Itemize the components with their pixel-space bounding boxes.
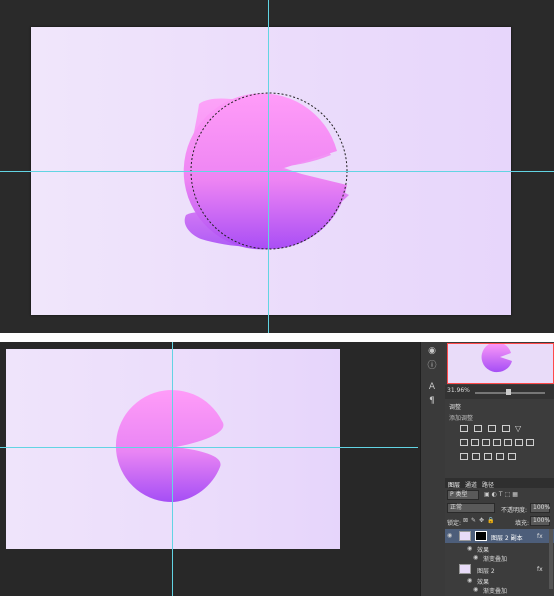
- threshold-icon[interactable]: [484, 453, 492, 460]
- layer-name: 图层 2 副本: [491, 535, 523, 542]
- fill-label: 填充:: [515, 520, 530, 527]
- gradient-overlay-row-2: ◉ 渐变叠加: [445, 585, 554, 595]
- lock-label: 锁定:: [447, 520, 462, 527]
- gradient-triangle-icon[interactable]: ▽: [515, 424, 521, 433]
- layer-mask-thumbnail[interactable]: [475, 531, 487, 541]
- zoom-slider-knob[interactable]: [506, 389, 511, 395]
- tab-adjustments[interactable]: 调整: [449, 402, 461, 411]
- exposure-icon[interactable]: [502, 425, 510, 432]
- document-canvas-2[interactable]: [6, 349, 340, 549]
- effects-eye-icon-2[interactable]: ◉: [467, 577, 472, 584]
- adjustment-icons-row-2: [460, 438, 540, 448]
- info-icon[interactable]: ⓘ: [426, 361, 438, 372]
- zoom-level[interactable]: 31.96%: [447, 387, 470, 394]
- levels-icon[interactable]: [474, 425, 482, 432]
- guide-horizontal[interactable]: [0, 171, 554, 172]
- layer-row-2[interactable]: 图层 2 fx: [445, 562, 554, 576]
- layer-row-copy[interactable]: ◉ 图层 2 副本 fx: [445, 529, 554, 543]
- black-white-icon[interactable]: [493, 439, 501, 446]
- gradient-overlay-row: ◉ 渐变叠加: [445, 553, 554, 563]
- photo-filter-icon[interactable]: [504, 439, 512, 446]
- effects-eye-icon[interactable]: ◉: [467, 545, 472, 552]
- guide-vertical[interactable]: [268, 0, 269, 333]
- blend-mode-select[interactable]: 正常: [447, 503, 495, 513]
- channel-mixer-icon[interactable]: [515, 439, 523, 446]
- guide-horizontal-2[interactable]: [0, 447, 418, 448]
- gradient-map-icon[interactable]: [508, 453, 516, 460]
- opacity-label: 不透明度:: [501, 507, 528, 514]
- adjustments-subtitle: 添加调整: [449, 415, 474, 422]
- hue-icon[interactable]: [471, 439, 479, 446]
- layer-effects-row-2: ◉ 效果: [445, 576, 554, 586]
- layer-thumbnail-2: [459, 564, 471, 574]
- adjustment-icons-row-3: [460, 452, 540, 462]
- brightness-icon[interactable]: [460, 425, 468, 432]
- layers-tab-bar: [445, 478, 554, 488]
- gradient-overlay-label-2: 渐变叠加: [483, 588, 508, 595]
- invert-icon[interactable]: [460, 453, 468, 460]
- posterize-icon[interactable]: [472, 453, 480, 460]
- tab-layers[interactable]: 图层: [448, 480, 460, 489]
- gradient-eye-icon-2[interactable]: ◉: [473, 586, 478, 593]
- layer-effects-row: ◉ 效果: [445, 544, 554, 554]
- selective-color-icon[interactable]: [496, 453, 504, 460]
- canvas-artwork-2: [115, 390, 224, 503]
- tab-paths[interactable]: 路径: [482, 480, 494, 489]
- filter-icons[interactable]: ▣◐T⬚▦: [484, 491, 520, 498]
- layer-filter-select[interactable]: P 类型: [447, 490, 479, 500]
- fx-badge-2[interactable]: fx: [537, 566, 543, 573]
- tab-channels[interactable]: 通道: [465, 480, 477, 489]
- color-balance-icon[interactable]: [482, 439, 490, 446]
- fill-field[interactable]: 100%: [530, 516, 550, 526]
- visibility-eye-icon[interactable]: ◉: [447, 532, 452, 539]
- navigator-thumbnail[interactable]: [447, 343, 554, 384]
- curves-icon[interactable]: [488, 425, 496, 432]
- opacity-field[interactable]: 100%: [530, 503, 550, 513]
- lock-icons[interactable]: ⊠✎✥🔒: [463, 517, 498, 524]
- text-style-icon[interactable]: A: [426, 382, 438, 393]
- top-screenshot: [0, 0, 554, 333]
- fx-badge[interactable]: fx: [537, 533, 543, 540]
- layers-scrollbar[interactable]: [549, 529, 553, 589]
- navigator-preview: [481, 344, 512, 373]
- separator: [0, 333, 554, 342]
- guide-vertical-2[interactable]: [172, 342, 173, 596]
- paragraph-icon[interactable]: ¶: [426, 396, 438, 407]
- layer-thumbnail: [459, 531, 471, 541]
- panel-icon-strip: [420, 342, 446, 596]
- bottom-screenshot: ◉ ⓘ A ¶ 31.96% 调整 添加调整 ▽ 图层 通道 路径 P 类型 ▣…: [0, 342, 554, 596]
- layer-name-2: 图层 2: [477, 568, 495, 575]
- gradient-eye-icon[interactable]: ◉: [473, 554, 478, 561]
- grid-icon[interactable]: [526, 439, 534, 446]
- adjustment-icons-row-1: ▽: [460, 424, 540, 434]
- vibrance-icon[interactable]: [460, 439, 468, 446]
- eye-icon[interactable]: ◉: [426, 346, 438, 357]
